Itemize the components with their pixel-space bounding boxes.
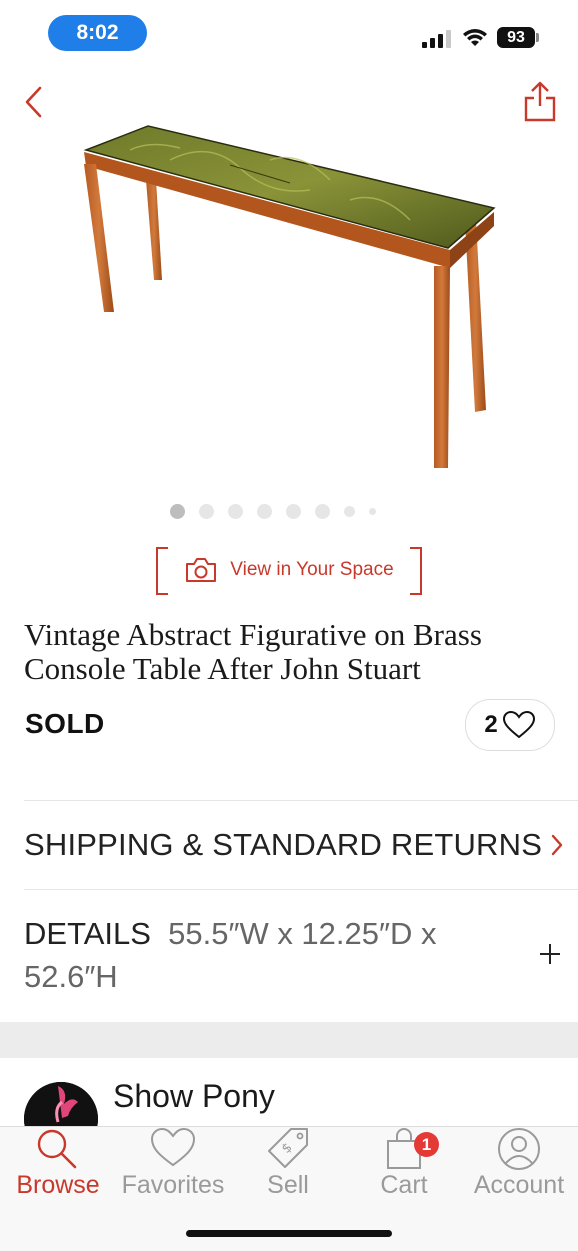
- tab-browse[interactable]: Browse: [0, 1127, 116, 1217]
- back-button[interactable]: [20, 84, 50, 120]
- tab-label: Account: [473, 1171, 565, 1199]
- chevron-right-icon: [551, 834, 563, 856]
- carousel-dot[interactable]: [315, 503, 330, 519]
- battery-icon: 93: [497, 27, 535, 48]
- carousel-dot[interactable]: [257, 503, 272, 519]
- svg-text:$: $: [279, 1140, 295, 1156]
- carousel-dot[interactable]: [344, 505, 355, 517]
- image-carousel-dots[interactable]: [170, 502, 376, 520]
- product-image[interactable]: [70, 120, 510, 480]
- details-row[interactable]: DETAILS 55.5″W x 12.25″D x 52.6″H: [24, 912, 534, 998]
- share-button[interactable]: [522, 80, 558, 124]
- tab-label: Sell: [267, 1171, 309, 1199]
- shipping-returns-label: SHIPPING & STANDARD RETURNS: [24, 827, 543, 862]
- tag-icon: $: [268, 1128, 308, 1168]
- details-label: DETAILS: [24, 916, 151, 951]
- carousel-dot[interactable]: [369, 507, 376, 515]
- sold-status: SOLD: [25, 708, 105, 739]
- tab-label: Favorites: [121, 1171, 225, 1199]
- seller-name[interactable]: Show Pony: [113, 1078, 275, 1115]
- product-title: Vintage Abstract Figurative on Brass Con…: [24, 617, 482, 686]
- camera-icon: [186, 558, 217, 582]
- cart-badge: 1: [414, 1132, 439, 1157]
- carousel-dot[interactable]: [228, 503, 243, 519]
- carousel-dot[interactable]: [286, 503, 301, 519]
- carousel-dot[interactable]: [170, 503, 185, 519]
- tab-favorites[interactable]: Favorites: [115, 1127, 231, 1217]
- carousel-dot[interactable]: [199, 503, 214, 519]
- divider: [24, 889, 578, 890]
- tab-cart[interactable]: 1 Cart: [346, 1127, 462, 1217]
- shipping-returns-row[interactable]: SHIPPING & STANDARD RETURNS: [24, 800, 578, 890]
- tab-sell[interactable]: $ Sell: [230, 1127, 346, 1217]
- user-icon: [498, 1128, 540, 1170]
- tab-label: Cart: [380, 1171, 428, 1199]
- home-indicator: [186, 1230, 392, 1237]
- cellular-signal-icon: [422, 30, 451, 48]
- battery-tip: [536, 33, 539, 42]
- favorite-button[interactable]: 2: [465, 699, 555, 751]
- search-icon: [37, 1129, 77, 1169]
- tab-account[interactable]: Account: [461, 1127, 577, 1217]
- heart-icon: [502, 710, 535, 739]
- heart-icon: [150, 1127, 196, 1167]
- tab-label: Browse: [16, 1171, 100, 1199]
- wifi-icon: [463, 29, 487, 46]
- expand-plus-icon[interactable]: [538, 942, 562, 966]
- section-separator: [0, 1022, 578, 1058]
- status-time: 8:02: [48, 15, 147, 51]
- favorite-count: 2: [484, 711, 498, 738]
- view-in-your-space-button[interactable]: View in Your Space: [156, 547, 422, 595]
- view-in-your-space-label: View in Your Space: [230, 559, 394, 580]
